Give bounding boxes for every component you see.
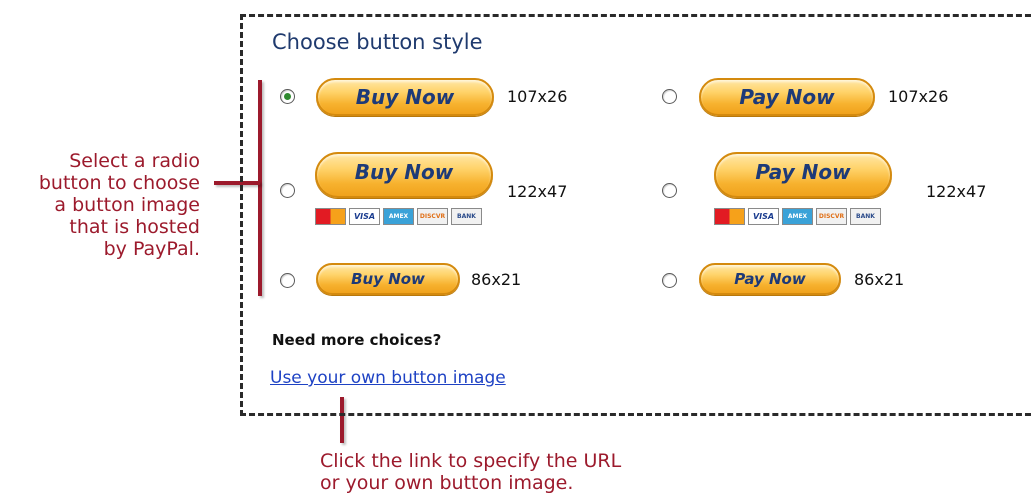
- card-logos: VISA AMEX DISCVR BANK: [315, 208, 482, 225]
- annotation-line: by PayPal.: [103, 238, 200, 260]
- bank-icon: BANK: [451, 208, 482, 225]
- annotation-line: Click the link to specify the URL: [320, 450, 622, 472]
- panel-title: Choose button style: [272, 30, 483, 54]
- size-label: 107x26: [888, 87, 949, 106]
- buy-now-button-image: Buy Now: [316, 78, 494, 116]
- use-own-button-image-link[interactable]: Use your own button image: [270, 368, 506, 388]
- discover-icon: DISCVR: [417, 208, 448, 225]
- size-label: 86x21: [854, 270, 905, 289]
- buy-now-button-image: Buy Now: [315, 152, 493, 198]
- need-more-choices-heading: Need more choices?: [272, 331, 442, 349]
- pay-now-button-image: Pay Now: [714, 152, 892, 198]
- pay-now-button-image: Pay Now: [699, 78, 875, 116]
- radio-pay-now-107x26[interactable]: [662, 89, 677, 104]
- annotation-left: Select a radio button to choose a button…: [0, 150, 200, 260]
- radio-buy-now-107x26[interactable]: [280, 89, 295, 104]
- card-logos: VISA AMEX DISCVR BANK: [714, 208, 881, 225]
- annotation-line: that is hosted: [69, 216, 200, 238]
- buy-now-button-image: Buy Now: [316, 263, 460, 295]
- radio-buy-now-86x21[interactable]: [280, 273, 295, 288]
- annotation-line: a button image: [54, 194, 200, 216]
- radio-pay-now-122x47[interactable]: [662, 183, 677, 198]
- size-label: 107x26: [507, 87, 568, 106]
- visa-icon: VISA: [349, 208, 380, 225]
- mastercard-icon: [714, 208, 745, 225]
- amex-icon: AMEX: [782, 208, 813, 225]
- radio-buy-now-122x47[interactable]: [280, 183, 295, 198]
- annotation-bottom: Click the link to specify the URL or you…: [320, 450, 621, 494]
- annotation-line: or your own button image.: [320, 472, 574, 494]
- radio-pay-now-86x21[interactable]: [662, 273, 677, 288]
- amex-icon: AMEX: [383, 208, 414, 225]
- size-label: 122x47: [507, 182, 568, 201]
- size-label: 122x47: [926, 182, 987, 201]
- mastercard-icon: [315, 208, 346, 225]
- visa-icon: VISA: [748, 208, 779, 225]
- annotation-line: button to choose: [38, 172, 200, 194]
- discover-icon: DISCVR: [816, 208, 847, 225]
- pay-now-button-image: Pay Now: [699, 263, 841, 295]
- annotation-line: Select a radio: [69, 150, 200, 172]
- size-label: 86x21: [471, 270, 522, 289]
- bank-icon: BANK: [850, 208, 881, 225]
